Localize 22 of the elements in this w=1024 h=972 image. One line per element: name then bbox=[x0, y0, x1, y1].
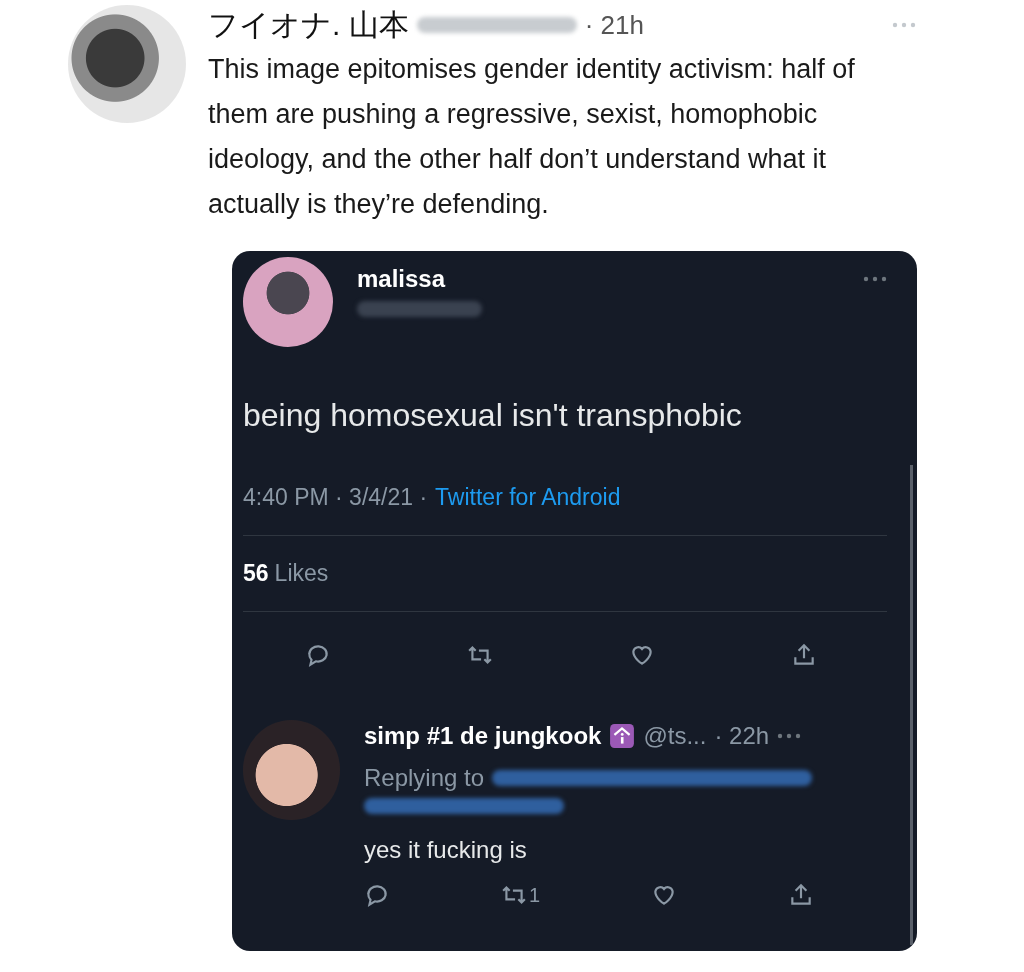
tweet-time: · 21h bbox=[584, 9, 644, 41]
tweet-timestamp: 4:40 PM · 3/4/21 · bbox=[243, 484, 428, 511]
tweet-text: being homosexual isn't transphobic bbox=[243, 397, 743, 434]
share-icon[interactable] bbox=[791, 642, 817, 668]
reply-icon[interactable] bbox=[364, 882, 390, 908]
reply-text: yes it fucking is bbox=[364, 836, 528, 864]
likes-count: 56 bbox=[243, 560, 269, 587]
likes-label: Likes bbox=[274, 560, 329, 587]
info-emoji-icon bbox=[609, 723, 636, 749]
replying-to-label: Replying to bbox=[364, 764, 485, 792]
source-link[interactable]: Twitter for Android bbox=[435, 484, 621, 511]
more-icon[interactable] bbox=[863, 276, 887, 282]
reply-time: · 22h bbox=[714, 722, 770, 750]
tweet-text: This image epitomises gender identity activism: half of them are pushing a regressive, sexist, homophobic ideology, and the other half don’t understand what it actually is they’re defending. bbox=[208, 53, 856, 221]
more-icon[interactable] bbox=[777, 733, 802, 739]
share-icon[interactable] bbox=[788, 882, 814, 908]
retweet-count: 1 bbox=[528, 883, 541, 907]
author-handle: @ts... bbox=[643, 722, 707, 750]
author-name: フイオナ. 山本 bbox=[208, 6, 409, 43]
author-name: malissa bbox=[357, 265, 446, 293]
reply-icon[interactable] bbox=[305, 642, 331, 668]
author-name: simp #1 de jungkook bbox=[364, 722, 602, 750]
